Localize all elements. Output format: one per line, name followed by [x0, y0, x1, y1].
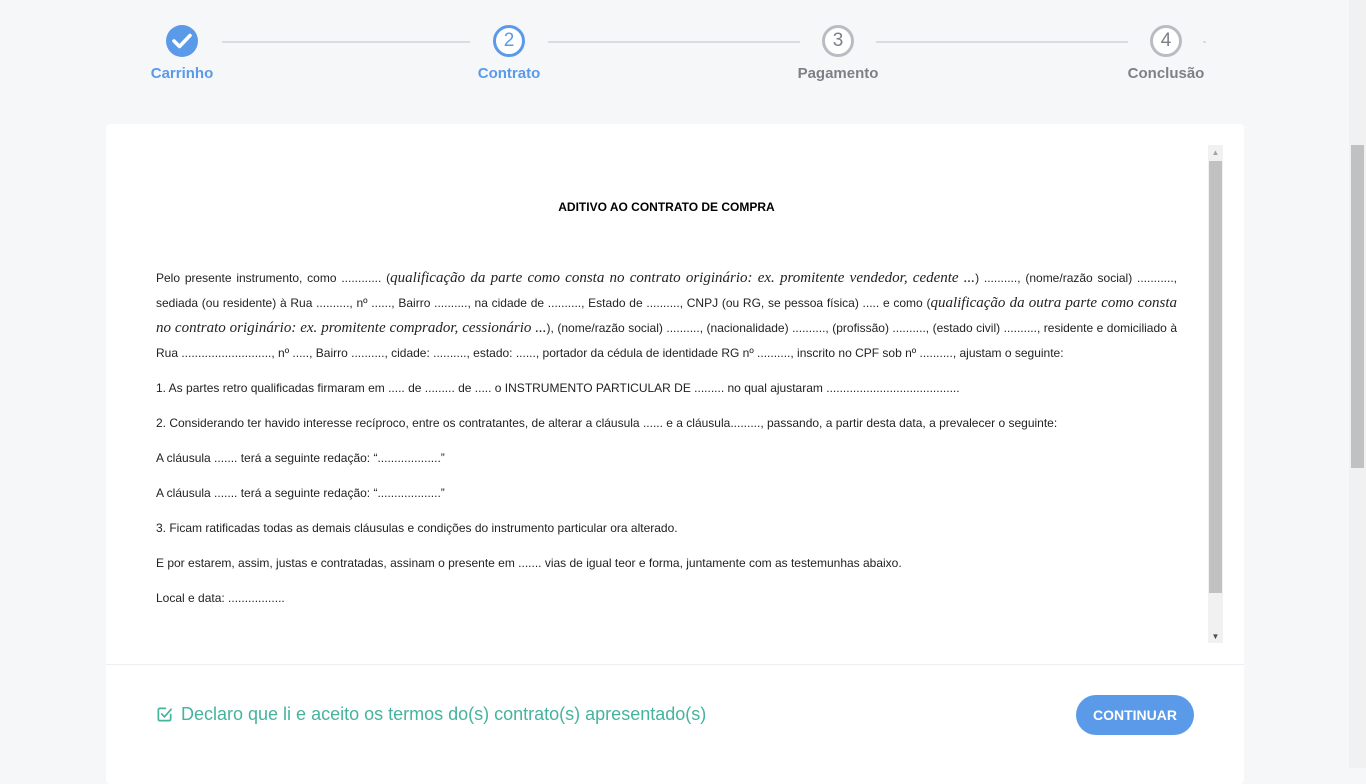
step-3-circle: 3	[822, 25, 854, 57]
footer-divider	[106, 664, 1244, 665]
accept-terms-checkbox[interactable]: Declaro que li e aceito os termos do(s) …	[156, 704, 706, 725]
document-paragraph: A cláusula ....... terá a seguinte redaç…	[156, 451, 445, 465]
document-paragraph: 2. Considerando ter havido interesse rec…	[156, 416, 1058, 430]
accept-terms-label[interactable]: Declaro que li e aceito os termos do(s) …	[181, 704, 706, 725]
document-scrollbar-thumb[interactable]	[1209, 161, 1222, 593]
step-connector	[222, 41, 470, 43]
document-title: ADITIVO AO CONTRATO DE COMPRA	[558, 200, 775, 214]
step-1-done[interactable]	[166, 25, 198, 57]
scroll-up-arrow-icon[interactable]: ▲	[1208, 145, 1223, 159]
step-2-circle[interactable]: 2	[493, 25, 525, 57]
step-1-label[interactable]: Carrinho	[112, 65, 252, 82]
step-4-circle: 4	[1150, 25, 1182, 57]
check-icon	[172, 33, 192, 49]
document-paragraph: Local e data: .................	[156, 591, 285, 605]
document-paragraph: Pelo presente instrumento, como ........…	[156, 270, 1178, 360]
document-paragraph: E por estarem, assim, justas e contratad…	[156, 556, 902, 570]
document-paragraph: A cláusula ....... terá a seguinte redaç…	[156, 486, 445, 500]
page-scrollbar[interactable]	[1349, 0, 1366, 768]
step-connector	[548, 41, 800, 43]
contract-document[interactable]: ADITIVO AO CONTRATO DE COMPRA Pelo prese…	[106, 144, 1208, 644]
step-2-label[interactable]: Contrato	[439, 65, 579, 82]
contract-card: ADITIVO AO CONTRATO DE COMPRA Pelo prese…	[106, 124, 1244, 784]
scroll-down-arrow-icon[interactable]: ▼	[1208, 629, 1223, 643]
checkbox-checked-icon	[157, 707, 172, 722]
document-scrollbar[interactable]: ▲ ▼	[1208, 145, 1223, 643]
step-connector	[876, 41, 1128, 43]
step-connector	[1203, 41, 1206, 43]
checkout-stepper: Carrinho 2 Contrato 3 Pagamento 4 Conclu…	[0, 0, 1350, 100]
document-paragraph: 1. As partes retro qualificadas firmaram…	[156, 381, 960, 395]
document-paragraph: 3. Ficam ratificadas todas as demais clá…	[156, 521, 678, 535]
step-4-label: Conclusão	[1127, 65, 1205, 82]
continue-button[interactable]: CONTINUAR	[1076, 695, 1194, 735]
page-scrollbar-thumb[interactable]	[1351, 145, 1364, 468]
step-3-label: Pagamento	[797, 65, 879, 82]
